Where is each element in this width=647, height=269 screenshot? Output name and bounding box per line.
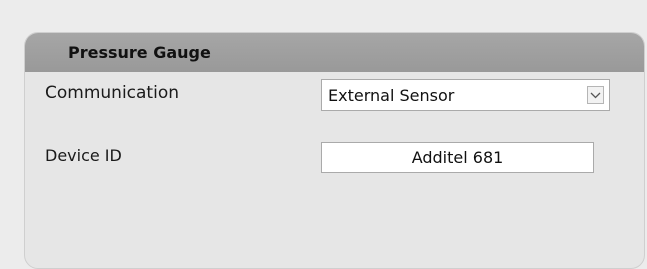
dropdown-arrow-button[interactable] <box>587 86 604 104</box>
communication-select[interactable]: External Sensor <box>321 79 610 111</box>
device-id-field[interactable]: Additel 681 <box>321 142 594 173</box>
device-id-label: Device ID <box>45 146 122 165</box>
chevron-down-icon <box>590 92 601 99</box>
panel-header: Pressure Gauge <box>25 33 644 72</box>
communication-label: Communication <box>45 83 179 103</box>
panel-title: Pressure Gauge <box>68 43 211 62</box>
communication-selected-value: External Sensor <box>328 86 455 105</box>
